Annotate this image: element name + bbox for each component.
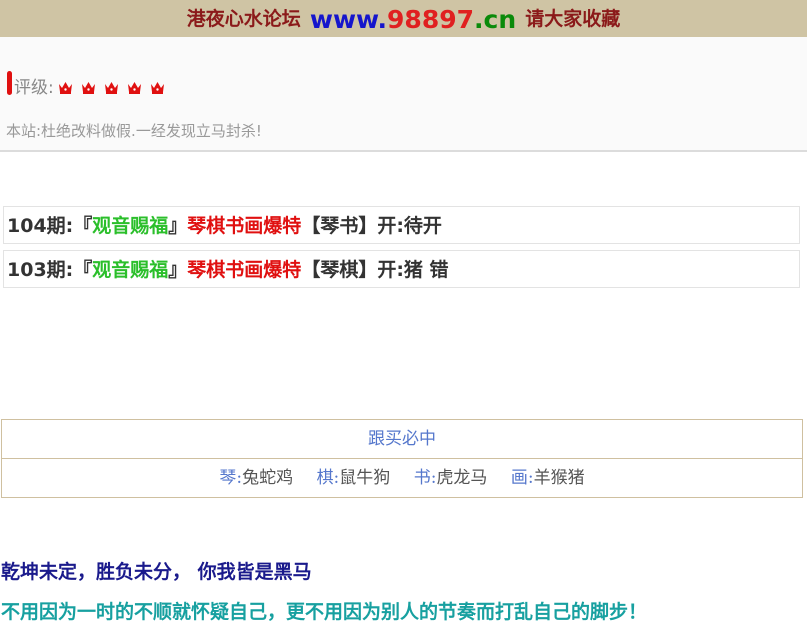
period-red-label: 琴棋书画爆特 (187, 215, 302, 237)
url-tld: .cn (474, 5, 517, 34)
tip-value: 羊猴猪 (533, 468, 585, 488)
url-number: 98897 (387, 5, 475, 34)
slogan-line-1: 乾坤未定，胜负未分， 你我皆是黑马 (1, 561, 312, 583)
tips-row: 琴:兔蛇鸡 棋:鼠牛狗 书:虎龙马 画:羊猴猪 (2, 459, 802, 497)
rating-marker (7, 71, 12, 95)
period-red-label: 琴棋书画爆特 (187, 259, 302, 281)
forum-name: 港夜心水论坛 (186, 8, 301, 30)
bookmark-text: 请大家收藏 (525, 8, 621, 30)
tip-value: 虎龙马 (436, 468, 488, 488)
tip-value: 鼠牛狗 (339, 468, 391, 488)
period-close: 』 (168, 259, 188, 281)
period-prefix: 104期:『 (7, 215, 93, 237)
period-row-103: 103期:『观音赐福』琴棋书画爆特【琴棋】开:猪 错 (3, 250, 800, 288)
period-green-label: 观音赐福 (92, 215, 169, 237)
slogan-line-2: 不用因为一时的不顺就怀疑自己，更不用因为别人的节奏而打乱自己的脚步！ (1, 601, 648, 623)
info-box: 评级: 本站:杜绝改料做假.一经发现立马封杀! (0, 37, 807, 152)
site-notice: 本站:杜绝改料做假.一经发现立马封杀! (6, 122, 262, 140)
tips-table: 跟买必中 琴:兔蛇鸡 棋:鼠牛狗 书:虎龙马 画:羊猴猪 (1, 419, 803, 498)
period-green-label: 观音赐福 (92, 259, 169, 281)
tip-key: 书: (413, 468, 437, 488)
site-url-link[interactable]: www.98897.cn (310, 5, 516, 34)
crown-icon (105, 81, 119, 94)
url-www: www. (309, 5, 388, 34)
tip-key: 棋: (316, 468, 340, 488)
crown-icon (151, 81, 165, 94)
period-row-104: 104期:『观音赐福』琴棋书画爆特【琴书】开:待开 (3, 206, 800, 244)
crown-icon (59, 81, 72, 94)
tips-title: 跟买必中 (2, 420, 802, 459)
tip-value: 兔蛇鸡 (242, 468, 294, 488)
rating-label: 评级: (14, 78, 54, 98)
period-result: 【琴书】开:待开 (301, 215, 442, 237)
crown-icon (128, 81, 142, 94)
tip-key: 画: (510, 468, 534, 488)
period-close: 』 (168, 215, 188, 237)
period-result: 【琴棋】开:猪 错 (301, 259, 449, 281)
rating-crowns (58, 76, 168, 95)
crown-icon (82, 81, 96, 94)
period-prefix: 103期:『 (7, 259, 93, 281)
site-header: 港夜心水论坛 www.98897.cn 请大家收藏 (0, 0, 807, 37)
tip-key: 琴: (219, 468, 243, 488)
